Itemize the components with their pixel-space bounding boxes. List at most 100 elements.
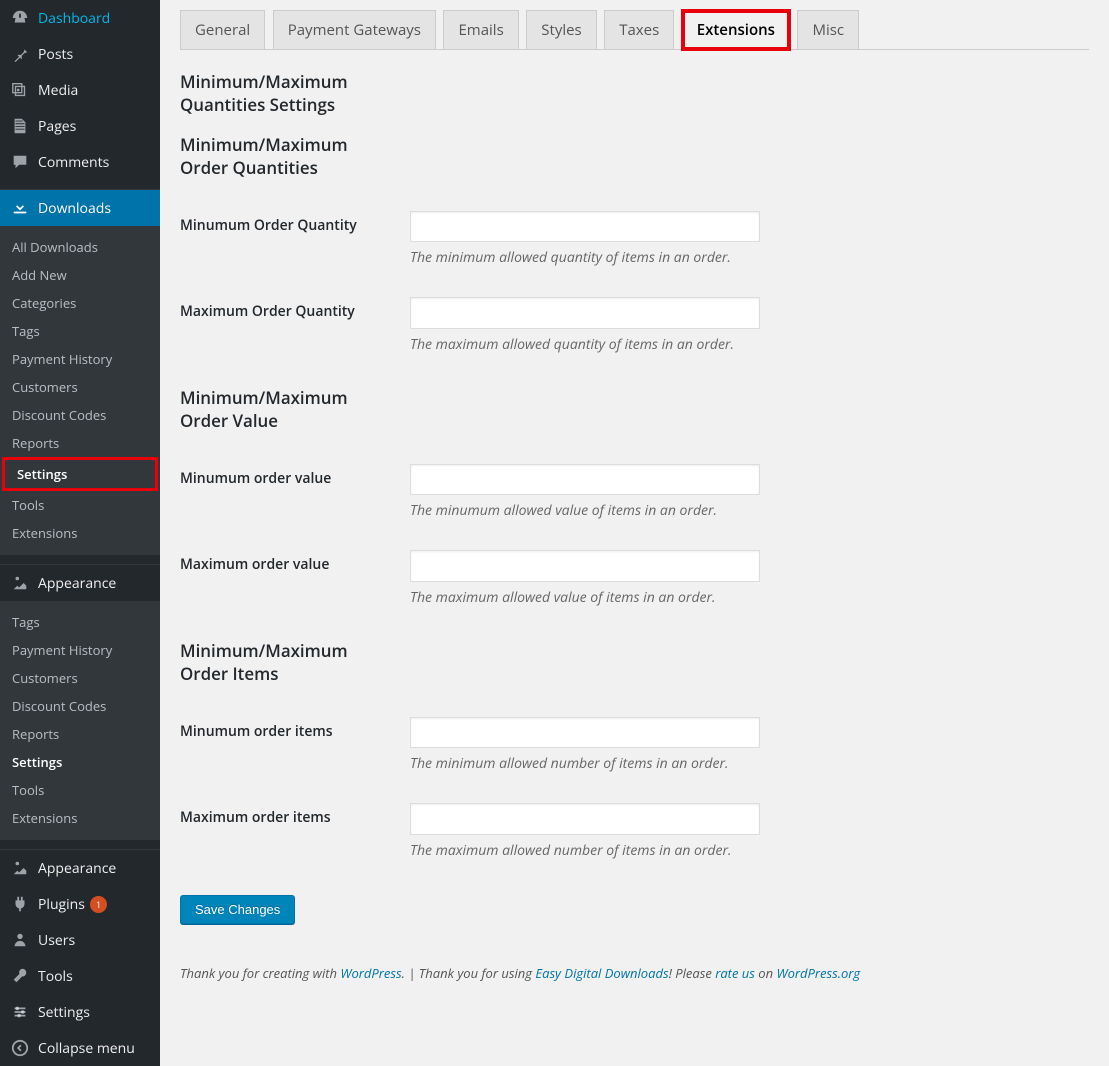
sidebar-item-pages[interactable]: Pages (0, 108, 160, 144)
field-description: The maximum allowed number of items in a… (410, 841, 1079, 860)
submenu-item-reports[interactable]: Reports (0, 429, 160, 457)
section-title: Minimum/Maximum Order Value (180, 386, 380, 432)
submenu-item-customers[interactable]: Customers (0, 664, 160, 692)
submenu-item-payment-history[interactable]: Payment History (0, 636, 160, 664)
form-table: Minumum order value The minumum allowed v… (180, 449, 1089, 622)
form-row: Minumum order items The minimum allowed n… (180, 702, 1089, 789)
content-area: GeneralPayment GatewaysEmailsStylesTaxes… (160, 0, 1109, 1066)
submenu-item-reports[interactable]: Reports (0, 720, 160, 748)
submenu-item-categories[interactable]: Categories (0, 289, 160, 317)
field-description: The maximum allowed quantity of items in… (410, 335, 1079, 354)
wordpress-link[interactable]: WordPress (340, 964, 401, 982)
plugins-icon (10, 894, 30, 914)
sidebar-item-appearance[interactable]: Appearance (0, 850, 160, 886)
submenu-item-tools[interactable]: Tools (0, 776, 160, 804)
sidebar-item-label: Comments (38, 153, 109, 172)
section-title: Minimum/Maximum Quantities Settings (180, 70, 380, 116)
submenu-item-extensions[interactable]: Extensions (0, 519, 160, 547)
tabs-nav: GeneralPayment GatewaysEmailsStylesTaxes… (180, 10, 1089, 50)
submenu-item-payment-history[interactable]: Payment History (0, 345, 160, 373)
collapse-icon (10, 1038, 30, 1058)
sidebar-item-media[interactable]: Media (0, 72, 160, 108)
form-row: Minumum order value The minumum allowed v… (180, 449, 1089, 536)
pages-icon (10, 116, 30, 136)
form-row: Maximum Order Quantity The maximum allowe… (180, 282, 1089, 369)
users-icon (10, 930, 30, 950)
collapse-label: Collapse menu (38, 1039, 135, 1058)
field-input[interactable] (410, 211, 760, 243)
form-row: Maximum order value The maximum allowed v… (180, 535, 1089, 622)
submenu-downloads: All DownloadsAdd NewCategoriesTagsPaymen… (0, 226, 160, 555)
submenu-appearance: TagsPayment HistoryCustomersDiscount Cod… (0, 601, 160, 840)
section-title: Minimum/Maximum Order Quantities (180, 133, 380, 179)
sidebar-item-dashboard[interactable]: Dashboard (0, 0, 160, 36)
field-label: Minumum order value (180, 449, 400, 536)
form-table: Minumum order items The minimum allowed n… (180, 702, 1089, 875)
field-input[interactable] (410, 717, 760, 749)
field-description: The minumum allowed value of items in an… (410, 501, 1079, 520)
sidebar-item-label: Settings (38, 1003, 90, 1022)
form-row: Maximum order items The maximum allowed n… (180, 788, 1089, 875)
field-description: The maximum allowed value of items in an… (410, 588, 1079, 607)
edd-link[interactable]: Easy Digital Downloads (535, 964, 668, 982)
field-input[interactable] (410, 550, 760, 582)
field-label: Maximum order items (180, 788, 400, 875)
field-input[interactable] (410, 297, 760, 329)
tab-styles[interactable]: Styles (526, 10, 596, 49)
submenu-item-discount-codes[interactable]: Discount Codes (0, 692, 160, 720)
save-changes-button[interactable]: Save Changes (180, 895, 295, 924)
field-input[interactable] (410, 803, 760, 835)
submenu-item-discount-codes[interactable]: Discount Codes (0, 401, 160, 429)
submenu-item-settings[interactable]: Settings (2, 457, 158, 491)
submenu-item-extensions[interactable]: Extensions (0, 804, 160, 832)
sidebar-item-downloads[interactable]: Downloads (0, 190, 160, 226)
tab-payment-gateways[interactable]: Payment Gateways (273, 10, 436, 49)
update-badge: 1 (90, 896, 107, 913)
form-row: Minumum Order QuantityThe minimum allowe… (180, 196, 1089, 283)
sidebar-item-label: Media (38, 81, 78, 100)
field-label: Maximum order value (180, 535, 400, 622)
sidebar-item-label: Tools (38, 967, 73, 986)
field-input[interactable] (410, 464, 760, 496)
section-title: Minimum/Maximum Order Items (180, 639, 380, 685)
sidebar-item-settings[interactable]: Settings (0, 994, 160, 1030)
sidebar-item-tools[interactable]: Tools (0, 958, 160, 994)
sidebar-item-posts[interactable]: Posts (0, 36, 160, 72)
sidebar-item-appearance[interactable]: Appearance (0, 565, 160, 601)
submenu-item-settings[interactable]: Settings (0, 748, 160, 776)
field-label: Maximum Order Quantity (180, 282, 400, 369)
field-label: Minumum order items (180, 702, 400, 789)
field-description: The minimum allowed number of items in a… (410, 754, 1079, 773)
download-icon (10, 198, 30, 218)
rate-us-link[interactable]: rate us (715, 964, 755, 982)
wporg-link[interactable]: WordPress.org (776, 964, 860, 982)
submenu-item-tags[interactable]: Tags (0, 608, 160, 636)
tab-misc[interactable]: Misc (797, 10, 859, 49)
sidebar-item-label: Appearance (38, 859, 116, 878)
sidebar-item-label: Posts (38, 45, 73, 64)
sidebar-item-label: Users (38, 931, 75, 950)
submenu-item-tools[interactable]: Tools (0, 491, 160, 519)
submenu-item-add-new[interactable]: Add New (0, 261, 160, 289)
comments-icon (10, 152, 30, 172)
media-icon (10, 80, 30, 100)
appearance-icon (10, 858, 30, 878)
tab-general[interactable]: General (180, 10, 265, 49)
field-description: The minimum allowed quantity of items in… (410, 248, 1079, 267)
sidebar-item-label: Dashboard (38, 9, 110, 28)
submenu-item-tags[interactable]: Tags (0, 317, 160, 345)
tab-taxes[interactable]: Taxes (604, 10, 674, 49)
tools-icon (10, 966, 30, 986)
submenu-item-customers[interactable]: Customers (0, 373, 160, 401)
sidebar-item-users[interactable]: Users (0, 922, 160, 958)
collapse-menu[interactable]: Collapse menu (0, 1030, 160, 1066)
sidebar-item-plugins[interactable]: Plugins1 (0, 886, 160, 922)
sidebar-item-label: Pages (38, 117, 76, 136)
appearance-icon (10, 573, 30, 593)
form-table: Minumum Order QuantityThe minimum allowe… (180, 196, 1089, 369)
sidebar-item-comments[interactable]: Comments (0, 144, 160, 180)
tab-extensions[interactable]: Extensions (682, 10, 790, 50)
tab-emails[interactable]: Emails (443, 10, 518, 49)
footer-credits: Thank you for creating with WordPress. |… (180, 964, 1089, 982)
submenu-item-all-downloads[interactable]: All Downloads (0, 233, 160, 261)
